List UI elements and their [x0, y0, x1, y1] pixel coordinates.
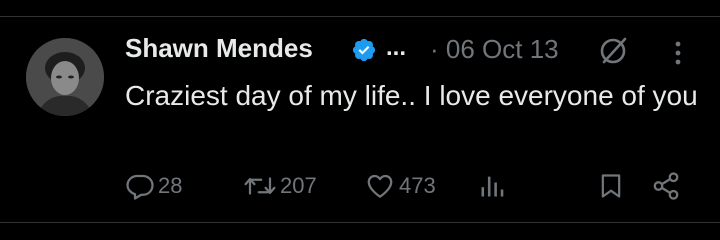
reply-button[interactable]: 28 [125, 170, 182, 202]
views-icon [481, 176, 504, 197]
tweet-text: Craziest day of my life.. I love everyon… [125, 80, 698, 111]
share-icon [653, 172, 679, 200]
bookmark-icon [601, 174, 621, 198]
tweet-date[interactable]: · 06 Oct 13 [430, 34, 559, 65]
like-button[interactable]: 473 [364, 170, 436, 202]
retweet-icon [244, 177, 276, 195]
reply-count: 28 [158, 173, 183, 198]
bookmark-button[interactable] [597, 170, 625, 202]
like-count: 473 [399, 173, 436, 198]
tweet-card[interactable]: Shawn Mendes ... · 06 Oct 13 Craziest da… [0, 0, 720, 240]
more-icon[interactable] [670, 38, 686, 68]
author-name[interactable]: Shawn Mendes [125, 33, 313, 64]
reply-icon [126, 174, 154, 200]
share-button[interactable] [650, 170, 682, 202]
grok-icon[interactable] [596, 34, 630, 68]
like-icon [367, 174, 393, 198]
author-truncation: ... [386, 34, 407, 61]
views-button[interactable] [478, 170, 506, 202]
retweet-button[interactable]: 207 [243, 170, 317, 202]
retweet-count: 207 [280, 173, 317, 198]
avatar[interactable] [26, 38, 104, 116]
bottom-divider [0, 222, 720, 223]
verified-badge-icon [351, 37, 377, 63]
